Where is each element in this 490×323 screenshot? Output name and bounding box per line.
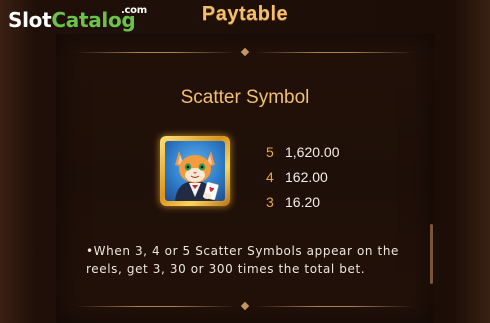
scatter-symbol-tile <box>160 136 230 206</box>
pay-count: 4 <box>266 169 274 185</box>
pay-table: 5 1,620.00 4 162.00 3 16.20 <box>266 144 340 219</box>
pay-amount: 16.20 <box>285 194 321 210</box>
pay-row: 3 16.20 <box>266 194 340 219</box>
pay-amount: 162.00 <box>285 169 328 185</box>
cat-with-ace-card-icon <box>165 141 225 201</box>
pay-row: 4 162.00 <box>266 169 340 194</box>
pay-amount: 1,620.00 <box>285 144 340 160</box>
pay-count: 3 <box>266 194 274 210</box>
divider-diamond-icon <box>240 47 250 57</box>
pay-count: 5 <box>266 144 274 160</box>
pay-row: 5 1,620.00 <box>266 144 340 169</box>
bottom-divider <box>76 301 414 312</box>
section-title: Scatter Symbol <box>180 87 310 108</box>
divider-diamond-icon <box>240 301 250 311</box>
scatter-description: •When 3, 4 or 5 Scatter Symbols appear o… <box>86 244 400 276</box>
scrollbar-thumb[interactable] <box>430 224 433 284</box>
page-title: Paytable <box>201 3 289 25</box>
top-divider <box>76 47 414 58</box>
paytable-panel <box>56 34 434 323</box>
